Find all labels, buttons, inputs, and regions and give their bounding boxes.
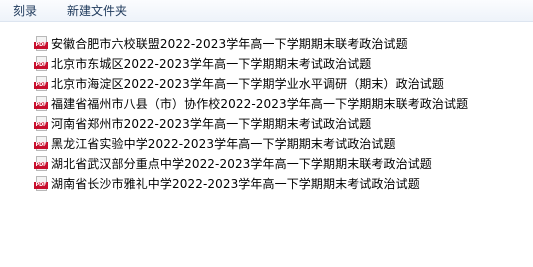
new-folder-button[interactable]: 新建文件夹 <box>65 3 129 19</box>
pdf-file-icon: PDF <box>34 176 48 192</box>
file-item[interactable]: PDF 湖北省武汉部分重点中学2022-2023学年高一下学期期末联考政治试题 <box>34 154 468 174</box>
pdf-file-icon: PDF <box>34 36 48 52</box>
pdf-file-icon: PDF <box>34 96 48 112</box>
file-name: 黑龙江省实验中学2022-2023学年高一下学期期末考试政治试题 <box>51 137 396 151</box>
file-name: 河南省郑州市2022-2023学年高一下学期期末考试政治试题 <box>51 117 372 131</box>
file-item[interactable]: PDF 湖南省长沙市雅礼中学2022-2023学年高一下学期期末考试政治试题 <box>34 174 468 194</box>
file-name: 湖南省长沙市雅礼中学2022-2023学年高一下学期期末考试政治试题 <box>51 177 420 191</box>
file-name: 北京市东城区2022-2023学年高一下学期期末考试政治试题 <box>51 57 372 71</box>
burn-button[interactable]: 刻录 <box>11 3 39 19</box>
file-item[interactable]: PDF 北京市海淀区2022-2023学年高一下学期学业水平调研（期末）政治试题 <box>34 74 468 94</box>
pdf-file-icon: PDF <box>34 136 48 152</box>
file-name: 安徽合肥市六校联盟2022-2023学年高一下学期期末联考政治试题 <box>51 37 408 51</box>
file-name: 湖北省武汉部分重点中学2022-2023学年高一下学期期末联考政治试题 <box>51 157 432 171</box>
file-name: 福建省福州市八县（市）协作校2022-2023学年高一下学期期末联考政治试题 <box>51 97 469 111</box>
pdf-file-icon: PDF <box>34 56 48 72</box>
file-list-pane: PDF 安徽合肥市六校联盟2022-2023学年高一下学期期末联考政治试题 PD… <box>0 22 533 267</box>
file-item[interactable]: PDF 安徽合肥市六校联盟2022-2023学年高一下学期期末联考政治试题 <box>34 34 468 54</box>
file-list: PDF 安徽合肥市六校联盟2022-2023学年高一下学期期末联考政治试题 PD… <box>34 34 468 194</box>
file-item[interactable]: PDF 黑龙江省实验中学2022-2023学年高一下学期期末考试政治试题 <box>34 134 468 154</box>
pdf-file-icon: PDF <box>34 116 48 132</box>
file-item[interactable]: PDF 河南省郑州市2022-2023学年高一下学期期末考试政治试题 <box>34 114 468 134</box>
file-name: 北京市海淀区2022-2023学年高一下学期学业水平调研（期末）政治试题 <box>51 77 445 91</box>
command-toolbar: 刻录 新建文件夹 <box>0 0 533 22</box>
file-item[interactable]: PDF 福建省福州市八县（市）协作校2022-2023学年高一下学期期末联考政治… <box>34 94 468 114</box>
file-item[interactable]: PDF 北京市东城区2022-2023学年高一下学期期末考试政治试题 <box>34 54 468 74</box>
pdf-file-icon: PDF <box>34 76 48 92</box>
pdf-file-icon: PDF <box>34 156 48 172</box>
